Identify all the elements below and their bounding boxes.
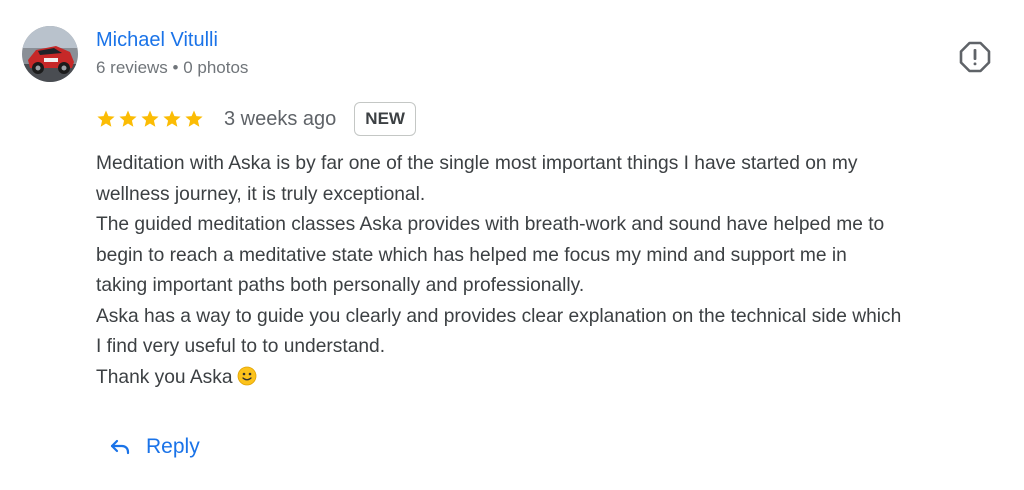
- reply-button[interactable]: Reply: [108, 428, 200, 466]
- review-card: Michael Vitulli 6 reviews • 0 photos 3 w…: [0, 0, 1024, 490]
- car-photo-avatar-icon: [22, 26, 78, 82]
- report-icon[interactable]: [958, 40, 992, 74]
- avatar[interactable]: [22, 26, 78, 82]
- review-line: Aska has a way to guide you clearly and …: [96, 305, 902, 327]
- reply-label[interactable]: Reply: [146, 435, 200, 459]
- reviewer-name[interactable]: Michael Vitulli: [96, 29, 218, 52]
- review-line: Meditation with Aska is by far one of th…: [96, 153, 858, 174]
- star-icon: [141, 110, 159, 127]
- review-line: begin to reach a meditative state which …: [96, 244, 847, 266]
- review-line: I find very useful to to understand.: [96, 336, 386, 357]
- star-rating: [96, 109, 204, 129]
- reply-arrow-icon: [110, 439, 130, 455]
- slightly-smiling-face-emoji-icon: [237, 366, 257, 397]
- review-line: taking important paths both personally a…: [96, 275, 585, 296]
- review-line: wellness journey, it is truly exceptiona…: [96, 183, 426, 205]
- new-badge: NEW: [354, 102, 416, 136]
- star-icon: [97, 110, 115, 127]
- star-icon: [163, 110, 181, 127]
- review-line-text: Thank you Aska: [96, 366, 233, 388]
- star-icon: [119, 110, 137, 127]
- reviewer-meta: 6 reviews • 0 photos: [96, 58, 249, 77]
- review-line: The guided meditation classes Aska provi…: [96, 214, 885, 235]
- review-date: 3 weeks ago: [224, 107, 337, 130]
- review-text: Meditation with Aska is by far one of th…: [96, 149, 1016, 396]
- star-icon: [185, 110, 203, 127]
- review-line-last: Thank you Aska: [96, 363, 1016, 397]
- rating-row: 3 weeks ago NEW: [96, 101, 416, 137]
